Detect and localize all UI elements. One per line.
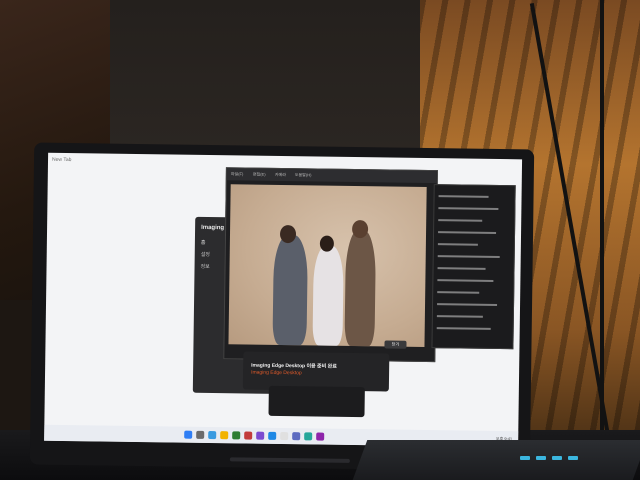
- laptop-screen: New Tab Imaging Edge 홈 설정 정보 파일(F) 편집(E)…: [44, 152, 523, 448]
- settings-row: [438, 207, 499, 211]
- app-icon[interactable]: [304, 432, 313, 441]
- nav-item-info[interactable]: 정보: [201, 263, 210, 270]
- menu-item[interactable]: 파일(F): [231, 171, 244, 177]
- laptop-brand-strip: [229, 457, 350, 463]
- laptop-keyboard: [352, 440, 640, 480]
- remote-viewer-window[interactable]: 파일(F) 편집(E) 카메라 도움말(H) 닫기: [223, 167, 438, 363]
- app-icon[interactable]: [292, 432, 301, 441]
- menu-item[interactable]: 도움말(H): [295, 172, 312, 178]
- camera-settings-panel[interactable]: [431, 184, 516, 350]
- menu-item[interactable]: 편집(E): [253, 172, 266, 178]
- keyboard-backlight: [536, 456, 546, 460]
- settings-row: [437, 267, 486, 270]
- mobile-nav-bar[interactable]: [268, 385, 365, 418]
- folder-icon[interactable]: [220, 431, 229, 440]
- background-dark-panel: [110, 0, 440, 150]
- photo-scene: New Tab Imaging Edge 홈 설정 정보 파일(F) 편집(E)…: [0, 0, 640, 480]
- edge-icon[interactable]: [208, 430, 217, 440]
- nav-item-home[interactable]: 홈: [201, 239, 206, 246]
- settings-row: [438, 195, 489, 198]
- app-icon[interactable]: [244, 431, 253, 440]
- menu-item[interactable]: 카메라: [275, 172, 286, 178]
- app-icon[interactable]: [316, 432, 325, 441]
- app-icon[interactable]: [232, 431, 241, 440]
- app-icon[interactable]: [256, 431, 265, 440]
- settings-row: [438, 231, 497, 234]
- notification-title: Imaging Edge Desktop 이용 준비 완료: [251, 362, 337, 370]
- settings-row: [437, 303, 498, 307]
- settings-row: [437, 255, 500, 259]
- app-icon[interactable]: [268, 431, 277, 440]
- browser-tab-title[interactable]: New Tab: [52, 157, 71, 163]
- live-view-photo: [228, 184, 427, 347]
- start-icon[interactable]: [184, 430, 193, 439]
- app-icon[interactable]: [280, 431, 289, 441]
- search-icon[interactable]: [196, 430, 205, 439]
- keyboard-backlight: [552, 456, 562, 460]
- keyboard-backlight: [568, 456, 578, 460]
- settings-row: [437, 279, 494, 282]
- notification-subtitle: Imaging Edge Desktop: [251, 369, 302, 377]
- viewer-close-button[interactable]: 닫기: [384, 340, 407, 349]
- settings-row: [436, 327, 491, 330]
- person-left: [272, 234, 309, 346]
- settings-row: [436, 315, 483, 318]
- person-center: [312, 245, 344, 346]
- person-right: [344, 229, 377, 347]
- laptop: New Tab Imaging Edge 홈 설정 정보 파일(F) 편집(E)…: [29, 142, 535, 472]
- keyboard-backlight: [520, 456, 530, 460]
- settings-row: [438, 219, 483, 222]
- viewer-menu-bar: 파일(F) 편집(E) 카메라 도움말(H): [226, 168, 437, 184]
- nav-item-settings[interactable]: 설정: [201, 251, 210, 258]
- settings-row: [437, 243, 478, 246]
- light-stand: [600, 0, 604, 440]
- settings-row: [437, 291, 480, 294]
